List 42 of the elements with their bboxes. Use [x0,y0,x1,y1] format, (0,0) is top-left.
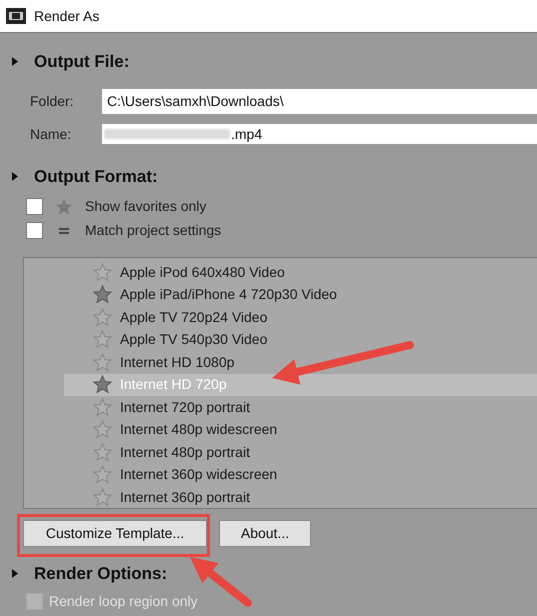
template-item[interactable]: Internet HD 1080p [64,351,537,374]
star-icon[interactable] [93,285,112,304]
star-icon[interactable] [93,352,112,372]
caret-icon[interactable] [12,569,18,578]
option-label: Match project settings [85,221,222,240]
template-item[interactable]: Apple TV 540p30 Video [64,328,537,351]
star-icon[interactable] [93,420,112,440]
star-icon[interactable] [93,488,112,507]
star-icon[interactable] [93,262,112,282]
field-label: Folder: [29,92,75,110]
section-heading: Render Options: [34,563,168,585]
template-item[interactable]: Internet 480p widescreen [64,418,537,441]
star-icon[interactable] [93,330,112,350]
template-item[interactable]: Internet 480p portrait [64,441,537,464]
star-icon[interactable] [93,442,112,462]
star-icon [55,198,73,216]
film-icon [6,8,26,24]
template-item[interactable]: Internet 360p portrait [64,486,537,508]
dialog-button[interactable]: Customize Template... [23,520,207,547]
checkbox[interactable] [26,198,43,215]
section-heading: Output Format: [34,166,158,188]
option-label: Show favorites only [85,197,206,216]
star-icon[interactable] [93,465,112,484]
dialog-button[interactable]: About... [219,520,311,547]
template-item[interactable]: Internet 720p portrait [64,396,537,418]
star-icon[interactable] [93,308,112,327]
folder-field[interactable]: C:\Users\samxh\Downloads\ [102,88,537,114]
checkbox[interactable] [26,222,43,239]
section-heading: Output File: [34,51,130,73]
template-item[interactable]: Apple iPod 640x480 Video [64,261,537,284]
template-item[interactable]: Internet 360p widescreen [64,464,537,486]
template-item[interactable]: Apple TV 720p24 Video [64,306,537,328]
option-label: Render loop region only [49,592,198,611]
equals-icon [59,228,69,234]
template-item[interactable]: Apple iPad/iPhone 4 720p30 Video [64,284,537,306]
star-icon[interactable] [93,375,112,394]
name-field[interactable]: .mp4 [102,124,537,144]
window-title: Render As [34,6,100,26]
star-icon[interactable] [93,398,112,417]
field-label: Name: [29,124,72,144]
caret-icon[interactable] [12,57,18,66]
caret-icon[interactable] [12,172,18,181]
